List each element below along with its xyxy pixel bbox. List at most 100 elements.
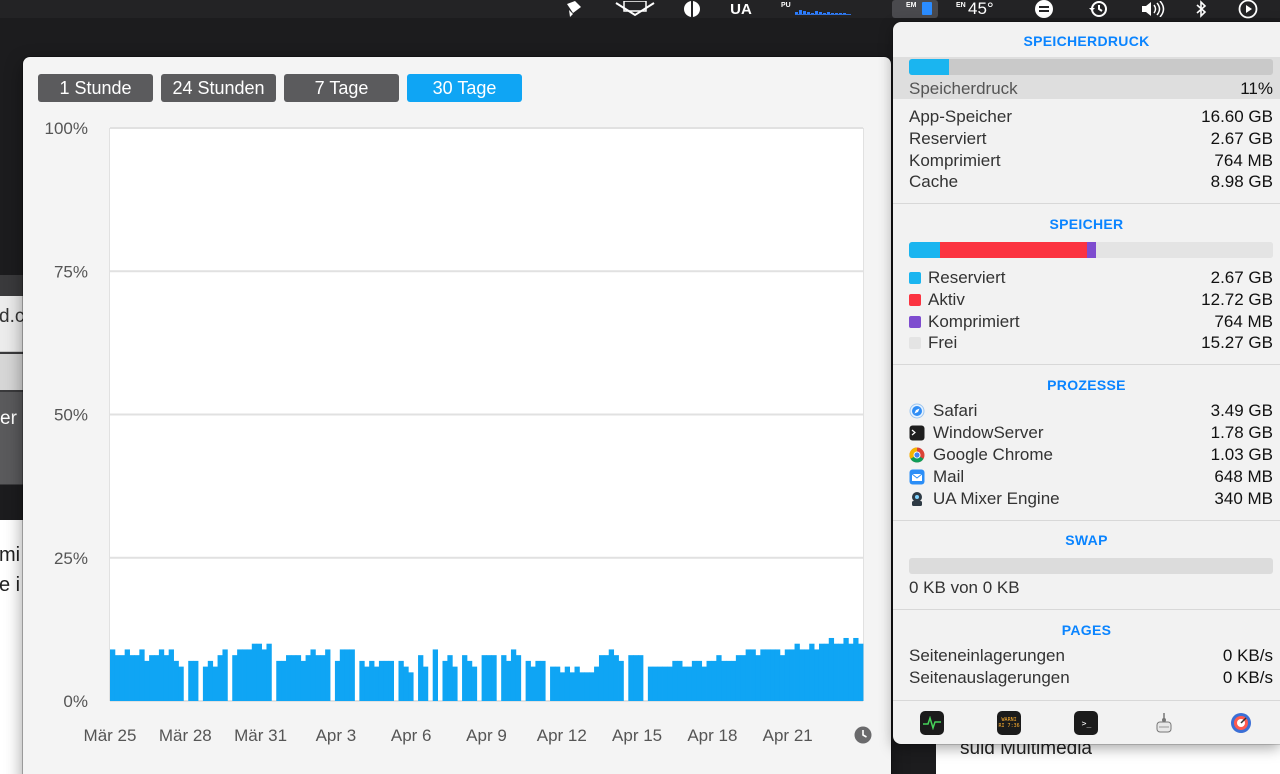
ua-menu-item[interactable]: UA xyxy=(726,0,756,18)
process-row[interactable]: Google Chrome 1.03 GB xyxy=(909,444,1273,466)
usage-bar xyxy=(349,649,355,701)
usage-bar xyxy=(858,643,864,701)
usage-bar xyxy=(755,655,761,701)
time-machine-icon[interactable] xyxy=(1086,0,1110,18)
usage-bar xyxy=(344,649,350,701)
x-tick-label: Mär 25 xyxy=(84,726,137,745)
legend-label: Reserviert xyxy=(928,268,1006,287)
usage-bar xyxy=(486,655,492,701)
usage-bar xyxy=(408,672,414,701)
usage-bar xyxy=(510,649,517,701)
temperature-menu-item[interactable]: 45° xyxy=(968,0,1008,18)
usage-bar xyxy=(701,666,707,701)
legend-label: Aktiv xyxy=(928,290,965,309)
free-swatch xyxy=(909,337,921,349)
disk-utility-icon[interactable] xyxy=(1152,711,1176,735)
usage-bar xyxy=(168,649,174,701)
usage-bar xyxy=(638,655,644,701)
usage-bar xyxy=(589,672,595,701)
usage-bar xyxy=(452,666,458,701)
usage-bar xyxy=(657,666,663,701)
x-tick-label: Apr 21 xyxy=(763,726,813,745)
usage-bar xyxy=(667,666,673,701)
memory-history-popover: 1 Stunde 24 Stunden 7 Tage 30 Tage 100% 7… xyxy=(23,57,891,774)
terminal-app-icon[interactable]: >_ xyxy=(1074,711,1099,735)
pressure-detail-row: Reserviert 2.67 GB xyxy=(909,128,1273,150)
usage-bar xyxy=(809,643,815,701)
usage-bar xyxy=(422,666,429,701)
cpu-history-bar xyxy=(831,13,834,14)
pages-label: Seitenauslagerungen xyxy=(909,668,1070,687)
volume-icon[interactable] xyxy=(1138,0,1168,18)
usage-bar xyxy=(217,655,223,701)
usage-bar xyxy=(506,660,512,701)
pages-row: Seiteneinlagerungen 0 KB/s xyxy=(909,645,1273,667)
pages-label: Seiteneinlagerungen xyxy=(909,646,1065,665)
bluetooth-icon[interactable] xyxy=(1192,0,1210,18)
legend-value: 2.67 GB xyxy=(1210,268,1273,287)
usage-bar xyxy=(735,655,742,701)
memory-menu-item[interactable]: EM xyxy=(892,0,938,18)
control-center-icon[interactable] xyxy=(1031,0,1057,18)
y-tick-label: 25% xyxy=(54,549,88,568)
half-moon-icon[interactable] xyxy=(680,0,704,18)
memory-panel: SPEICHERDRUCK Speicherdruck 11% App-Spei… xyxy=(893,22,1280,744)
memory-usage-bar xyxy=(909,242,1273,258)
usage-bar xyxy=(222,649,228,701)
usage-bar xyxy=(603,655,610,701)
cpu-history-graph[interactable] xyxy=(795,4,851,15)
console-icon[interactable]: WARNI RI 7:36 xyxy=(997,711,1022,735)
usage-bar xyxy=(246,649,253,701)
usage-bar xyxy=(139,649,145,701)
system-preferences-icon[interactable] xyxy=(1229,711,1253,735)
usage-bar xyxy=(388,660,394,701)
usage-bar xyxy=(261,649,267,701)
detail-label: Komprimiert xyxy=(909,151,1001,170)
uad-meter-icon[interactable] xyxy=(612,0,658,18)
usage-bar xyxy=(554,666,561,701)
usage-bar xyxy=(564,666,571,701)
usage-bar xyxy=(730,660,737,701)
usage-bar xyxy=(647,666,654,701)
usage-bar xyxy=(251,643,258,701)
process-row[interactable]: Safari 3.49 GB xyxy=(909,400,1273,422)
process-row[interactable]: Mail 648 MB xyxy=(909,466,1273,488)
usage-bar xyxy=(110,649,116,701)
detail-value: 2.67 GB xyxy=(1210,129,1273,148)
active-swatch xyxy=(909,294,921,306)
x-tick-label: Apr 3 xyxy=(316,726,357,745)
pencil-app-icon[interactable] xyxy=(560,0,588,18)
cpu-history-bar xyxy=(815,11,818,14)
usage-bar xyxy=(237,649,243,701)
now-playing-icon[interactable] xyxy=(1236,0,1260,19)
console-icon-subtext: RI 7:36 xyxy=(998,723,1020,729)
cpu-history-bar xyxy=(803,11,806,14)
usage-bar xyxy=(276,660,282,701)
panel-footer: WARNI RI 7:36 >_ xyxy=(893,702,1280,744)
usage-bar xyxy=(501,655,507,701)
memory-legend-row: Komprimiert 764 MB xyxy=(909,311,1273,333)
usage-bar xyxy=(418,655,424,701)
usage-bar xyxy=(774,649,781,701)
usage-bar xyxy=(662,666,668,701)
memory-legend-row: Reserviert 2.67 GB xyxy=(909,267,1273,289)
history-clock-icon[interactable] xyxy=(854,726,872,744)
usage-bar xyxy=(633,655,639,701)
x-tick-label: Apr 18 xyxy=(687,726,737,745)
compressed-swatch xyxy=(909,316,921,328)
usage-bar xyxy=(334,660,341,701)
usage-bar xyxy=(779,655,786,701)
process-row[interactable]: UA Mixer Engine 340 MB xyxy=(909,488,1273,510)
terminal-prompt: >_ xyxy=(1081,718,1092,728)
usage-bar xyxy=(134,655,140,701)
activity-monitor-icon[interactable] xyxy=(919,711,944,735)
cpu-history-bar xyxy=(827,12,830,14)
pressure-value: 11% xyxy=(1240,79,1273,98)
usage-bar xyxy=(745,649,751,701)
process-row[interactable]: WindowServer 1.78 GB xyxy=(909,422,1273,444)
usage-bar xyxy=(760,649,766,701)
legend-value: 764 MB xyxy=(1214,312,1273,331)
usage-bar xyxy=(540,660,546,701)
memory-section-title: SPEICHER xyxy=(1049,216,1124,232)
usage-bar xyxy=(325,649,331,701)
